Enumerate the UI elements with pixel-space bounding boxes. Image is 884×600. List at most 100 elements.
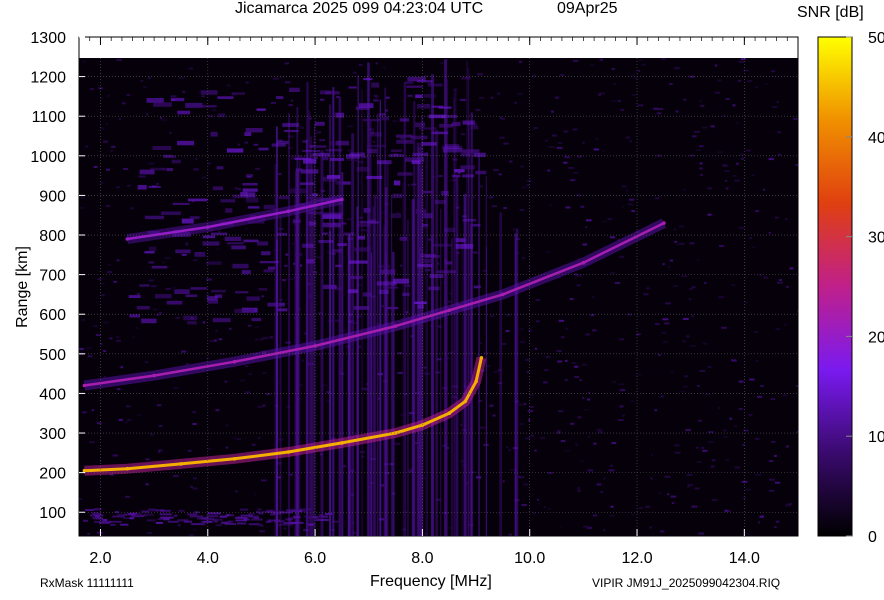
noise-speck xyxy=(79,347,84,350)
noise-speck xyxy=(718,296,724,299)
noise-speck xyxy=(719,245,725,247)
noise-speck xyxy=(284,264,288,267)
spread-f-cloud xyxy=(335,112,345,118)
spread-f-cloud xyxy=(346,154,360,159)
interference-streak xyxy=(499,212,502,536)
spread-f-cloud xyxy=(322,214,342,219)
e-region-speck xyxy=(292,516,301,519)
spread-f-cloud xyxy=(389,153,404,158)
noise-speck xyxy=(699,162,703,165)
noise-speck xyxy=(583,525,589,528)
noise-speck xyxy=(768,460,774,463)
noise-speck xyxy=(164,257,171,260)
noise-speck xyxy=(699,100,702,103)
interference-streak xyxy=(435,130,439,536)
spread-f-cloud xyxy=(302,243,314,248)
noise-speck xyxy=(473,251,479,254)
noise-speck xyxy=(771,70,776,73)
spread-f-cloud xyxy=(325,91,340,95)
noise-speck xyxy=(763,276,768,279)
interference-streak xyxy=(373,194,377,536)
noise-speck xyxy=(682,385,688,388)
e-region-speck xyxy=(177,519,189,522)
noise-speck xyxy=(661,331,666,334)
noise-speck xyxy=(392,120,398,123)
e-region-speck xyxy=(94,520,108,523)
noise-speck xyxy=(254,493,257,496)
noise-speck xyxy=(721,326,727,329)
noise-speck xyxy=(674,444,680,447)
noise-speck xyxy=(638,69,641,72)
interference-streak xyxy=(478,152,480,536)
trace-point xyxy=(340,441,344,445)
trace-point xyxy=(125,237,130,241)
noise-speck xyxy=(285,341,291,344)
e-region-speck xyxy=(167,520,179,523)
spread-f-cloud xyxy=(245,128,263,133)
interference-streak xyxy=(485,176,488,536)
noise-speck xyxy=(291,99,294,102)
spread-f-cloud xyxy=(256,108,266,111)
noise-speck xyxy=(489,315,495,318)
noise-speck xyxy=(602,150,605,153)
noise-speck xyxy=(582,243,588,246)
noise-speck xyxy=(637,104,644,107)
spread-f-cloud xyxy=(337,243,347,246)
spread-f-cloud xyxy=(329,158,344,161)
noise-speck xyxy=(633,76,638,79)
noise-speck xyxy=(289,473,293,476)
noise-speck xyxy=(363,388,368,391)
noise-speck xyxy=(176,114,180,116)
noise-speck xyxy=(537,498,540,501)
spread-f-cloud xyxy=(442,148,463,153)
noise-speck xyxy=(611,100,617,103)
trace-point xyxy=(82,468,87,473)
noise-speck xyxy=(632,74,635,76)
spread-f-cloud xyxy=(462,149,480,153)
e-region-speck xyxy=(221,521,231,524)
noise-speck xyxy=(513,228,516,231)
noise-speck xyxy=(209,340,215,343)
spread-f-cloud xyxy=(139,284,150,287)
noise-speck xyxy=(774,526,777,528)
spread-f-cloud xyxy=(185,294,198,297)
noise-speck xyxy=(710,125,715,128)
noise-speck xyxy=(667,493,670,496)
noise-speck xyxy=(107,271,112,274)
spread-f-cloud xyxy=(277,232,287,236)
noise-speck xyxy=(629,140,632,143)
noise-speck xyxy=(777,131,782,134)
noise-speck xyxy=(169,132,172,134)
interference-streak xyxy=(444,59,447,536)
spread-f-cloud xyxy=(242,183,258,186)
spread-f-cloud xyxy=(268,266,276,270)
e-region-speck xyxy=(95,515,100,518)
noise-speck xyxy=(261,479,267,482)
spread-f-cloud xyxy=(323,212,343,215)
noise-speck xyxy=(493,169,499,172)
noise-speck xyxy=(619,389,626,392)
spread-f-cloud xyxy=(234,308,255,313)
noise-speck xyxy=(543,506,546,509)
spread-f-cloud xyxy=(381,116,389,121)
trace-point xyxy=(232,457,237,461)
noise-speck xyxy=(619,255,625,258)
noise-speck xyxy=(769,478,775,481)
noise-speck xyxy=(225,424,229,427)
noise-speck xyxy=(707,213,712,216)
noise-speck xyxy=(735,122,739,124)
noise-speck xyxy=(185,243,189,246)
noise-speck xyxy=(91,409,94,412)
noise-speck xyxy=(480,342,482,345)
noise-speck xyxy=(116,339,121,342)
noise-speck xyxy=(175,316,180,319)
noise-speck xyxy=(718,407,721,409)
noise-speck xyxy=(501,117,505,120)
noise-speck xyxy=(559,526,563,529)
noise-speck xyxy=(734,466,740,469)
noise-speck xyxy=(760,385,764,387)
noise-speck xyxy=(609,464,613,467)
noise-speck xyxy=(660,530,665,533)
spread-f-cloud xyxy=(410,135,428,140)
noise-speck xyxy=(725,459,730,462)
